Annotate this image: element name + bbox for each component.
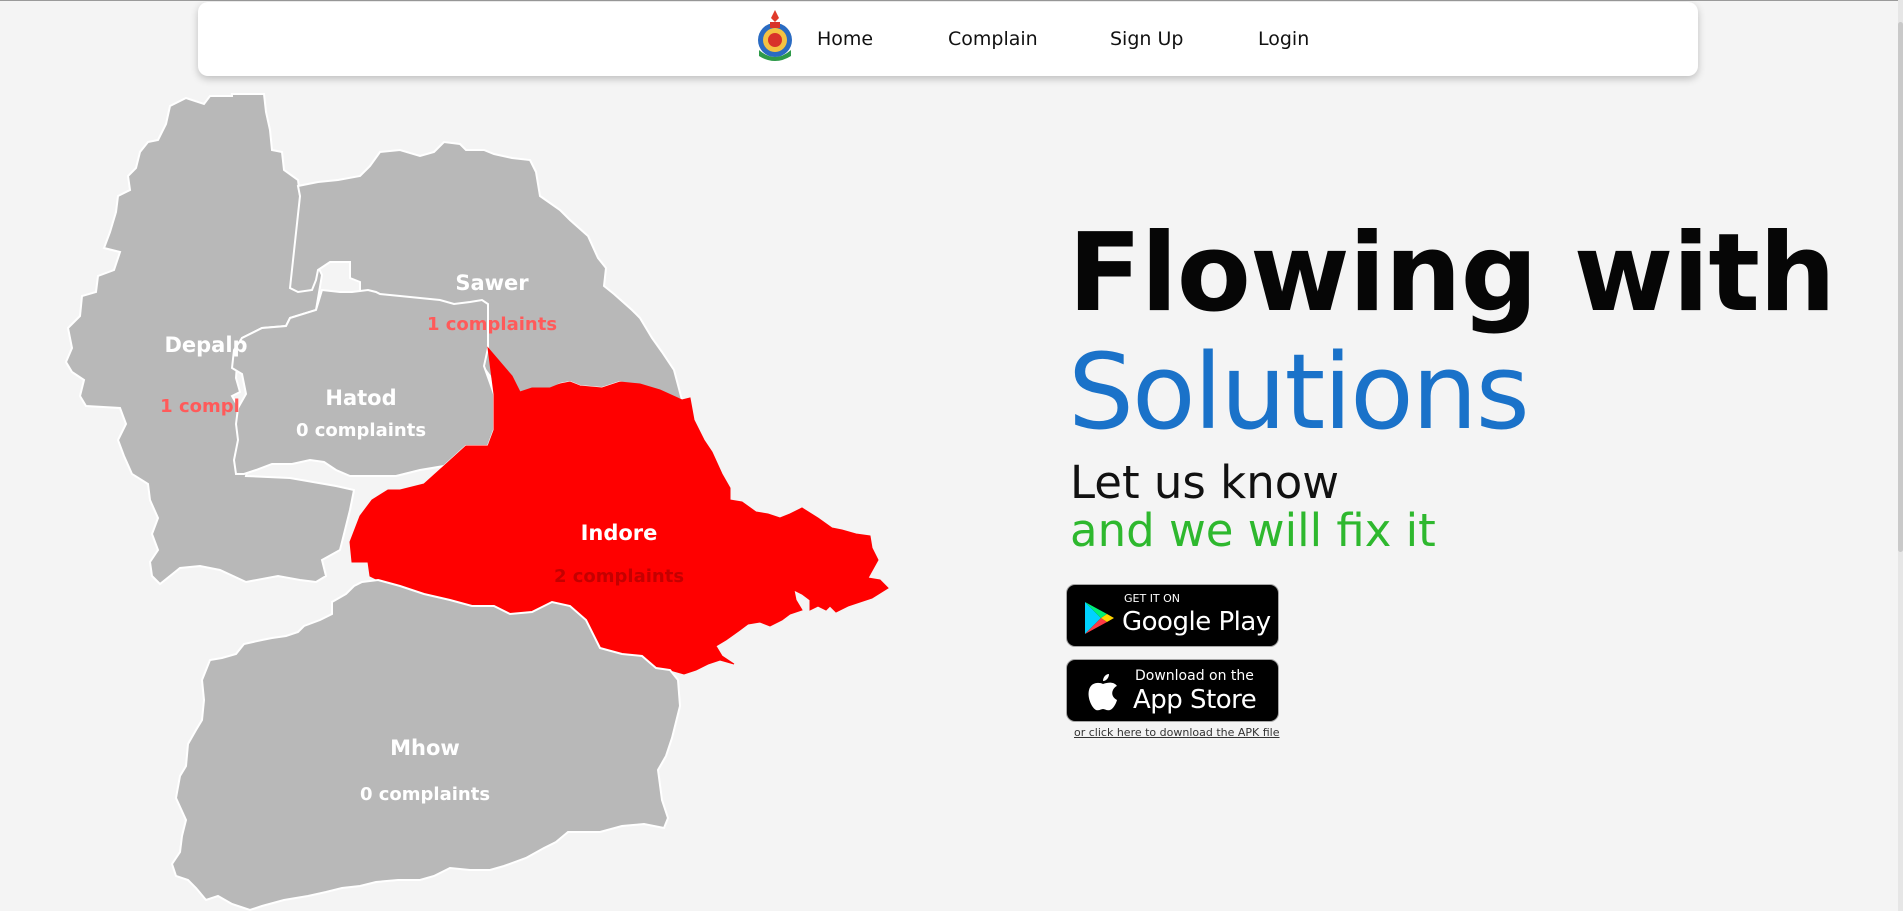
- nav-complain[interactable]: Complain: [948, 28, 1038, 50]
- hero-tagline-green: and we will fix it: [1070, 504, 1436, 557]
- nav-signup[interactable]: Sign Up: [1110, 28, 1183, 50]
- scrollbar[interactable]: [1898, 0, 1903, 911]
- google-play-button[interactable]: GET IT ON Google Play: [1066, 584, 1279, 647]
- apple-icon: [1088, 674, 1117, 711]
- district-name-sawer: Sawer: [455, 271, 529, 295]
- district-name-indore: Indore: [581, 521, 658, 545]
- district-name-mhow: Mhow: [390, 736, 460, 760]
- district-map: Depalp 1 compl Sawer 1 complaints Hatod …: [64, 93, 889, 911]
- nav-home[interactable]: Home: [817, 28, 873, 50]
- hero-tagline: Let us know: [1070, 456, 1340, 509]
- apk-download-link[interactable]: or click here to download the APK file: [1074, 726, 1280, 739]
- google-play-small: GET IT ON: [1124, 592, 1181, 605]
- nav-links: Home Complain Sign Up Login: [198, 2, 1698, 76]
- app-store-small: Download on the: [1135, 668, 1254, 684]
- district-count-hatod: 0 complaints: [296, 420, 426, 441]
- app-store-button[interactable]: Download on the App Store: [1066, 659, 1279, 722]
- district-count-depalpur: 1 compl: [160, 396, 240, 417]
- district-name-hatod: Hatod: [325, 386, 396, 410]
- page: Depalp 1 compl Sawer 1 complaints Hatod …: [0, 0, 1903, 911]
- app-store-label: App Store: [1133, 685, 1257, 715]
- district-name-depalpur: Depalp: [164, 333, 247, 357]
- hero-title: Flowing with: [1068, 211, 1836, 336]
- top-navbar: Home Complain Sign Up Login: [198, 2, 1698, 76]
- scrollbar-thumb[interactable]: [1898, 22, 1903, 552]
- google-play-icon: [1085, 602, 1114, 634]
- district-count-mhow: 0 complaints: [360, 784, 490, 805]
- district-count-indore: 2 complaints: [554, 566, 684, 587]
- hero-subtitle: Solutions: [1068, 331, 1530, 453]
- district-count-sawer: 1 complaints: [427, 314, 557, 335]
- nav-login[interactable]: Login: [1258, 28, 1309, 50]
- google-play-label: Google Play: [1122, 607, 1271, 637]
